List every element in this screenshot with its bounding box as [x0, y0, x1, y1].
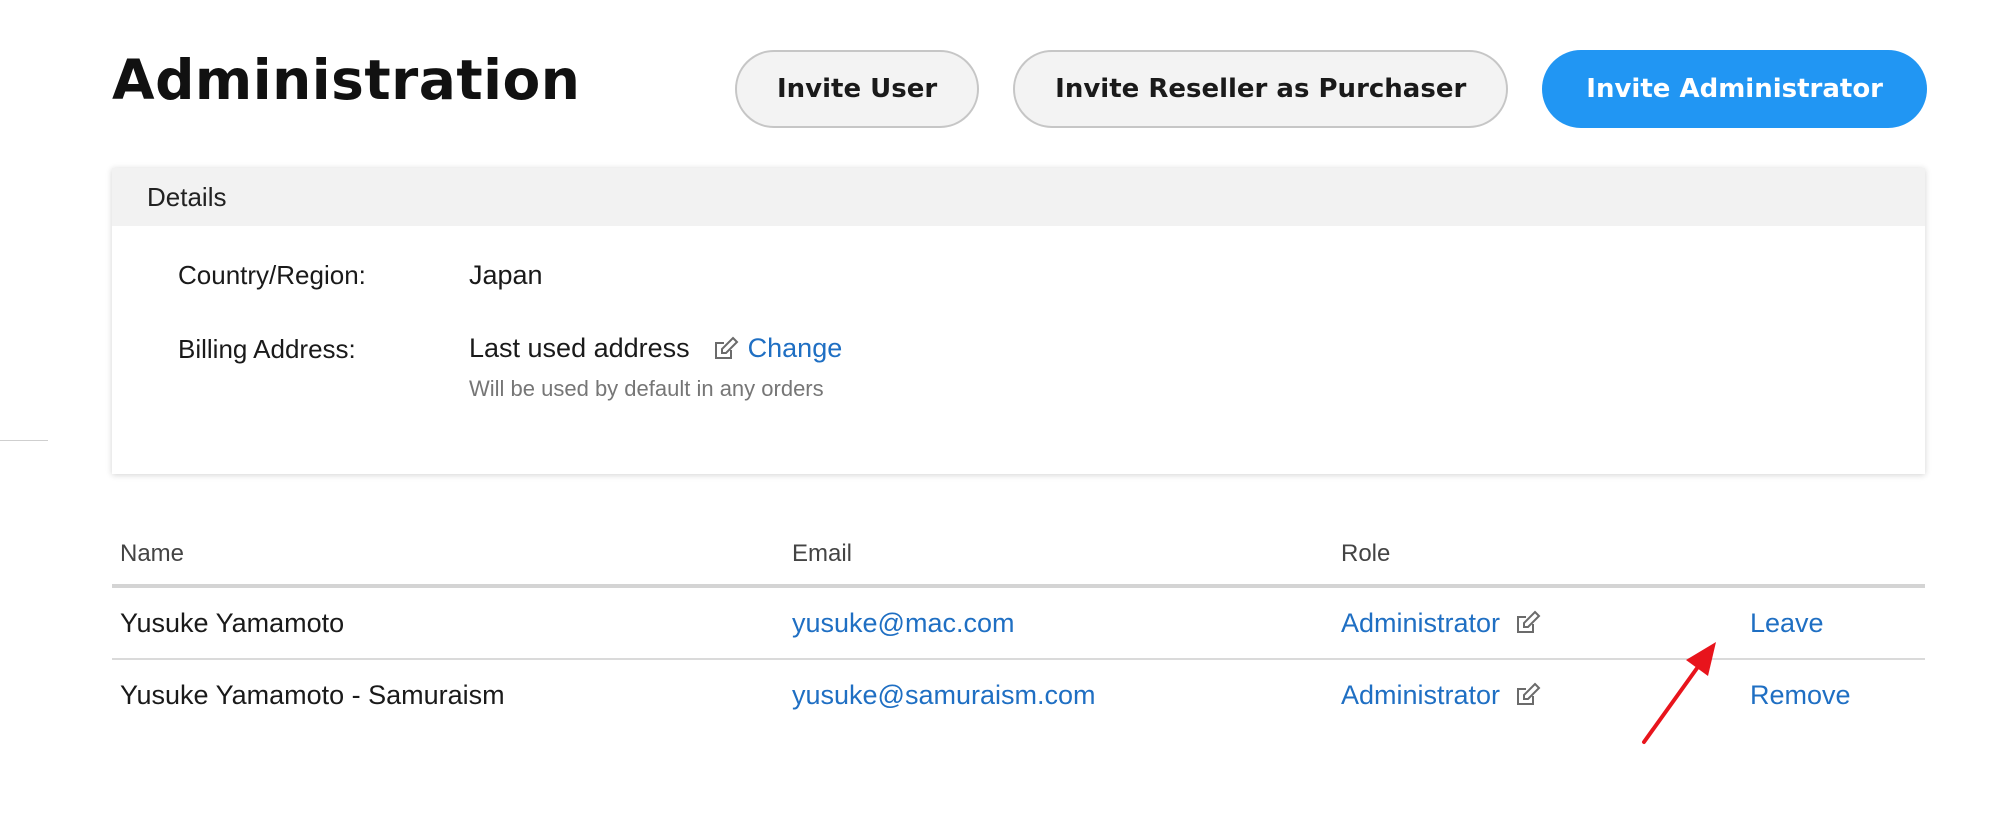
edit-role-icon[interactable]: [1514, 681, 1542, 709]
change-billing-link[interactable]: Change: [712, 333, 843, 364]
details-panel: Details Country/Region: Japan Billing Ad…: [112, 168, 1925, 474]
billing-address-row: Last used address Change: [469, 333, 842, 364]
details-header: Details: [112, 168, 1925, 226]
red-arrow-icon: [1642, 642, 1716, 744]
edit-icon: [712, 335, 740, 363]
column-header-role: Role: [1341, 540, 1391, 567]
header-actions: Invite User Invite Reseller as Purchaser…: [734, 50, 1927, 128]
remove-link[interactable]: Remove: [1750, 660, 1851, 730]
invite-user-button[interactable]: Invite User: [734, 50, 980, 128]
column-header-email: Email: [792, 540, 853, 567]
leave-link[interactable]: Leave: [1750, 588, 1824, 658]
billing-label: Billing Address:: [178, 334, 356, 364]
user-role-link[interactable]: Administrator: [1341, 608, 1500, 639]
edit-role-icon[interactable]: [1514, 609, 1542, 637]
user-email-link[interactable]: yusuke@samuraism.com: [792, 660, 1096, 730]
billing-address-value: Last used address: [469, 333, 690, 363]
table-header: Name Email Role: [112, 540, 1925, 588]
page-title: Administration: [112, 48, 581, 112]
column-header-name: Name: [120, 540, 185, 567]
country-value: Japan: [469, 260, 543, 290]
invite-reseller-button[interactable]: Invite Reseller as Purchaser: [1013, 50, 1509, 128]
left-edge-divider: [0, 440, 48, 441]
billing-helper-text: Will be used by default in any orders: [469, 376, 824, 401]
role-cell: Administrator: [1341, 588, 1542, 658]
user-role-link[interactable]: Administrator: [1341, 680, 1500, 711]
change-link-label[interactable]: Change: [748, 333, 843, 364]
country-label: Country/Region:: [178, 260, 366, 290]
user-name: Yusuke Yamamoto: [120, 607, 345, 638]
user-name: Yusuke Yamamoto - Samuraism: [120, 679, 505, 710]
invite-administrator-button[interactable]: Invite Administrator: [1542, 50, 1927, 128]
role-cell: Administrator: [1341, 660, 1542, 730]
user-email-link[interactable]: yusuke@mac.com: [792, 588, 1014, 658]
